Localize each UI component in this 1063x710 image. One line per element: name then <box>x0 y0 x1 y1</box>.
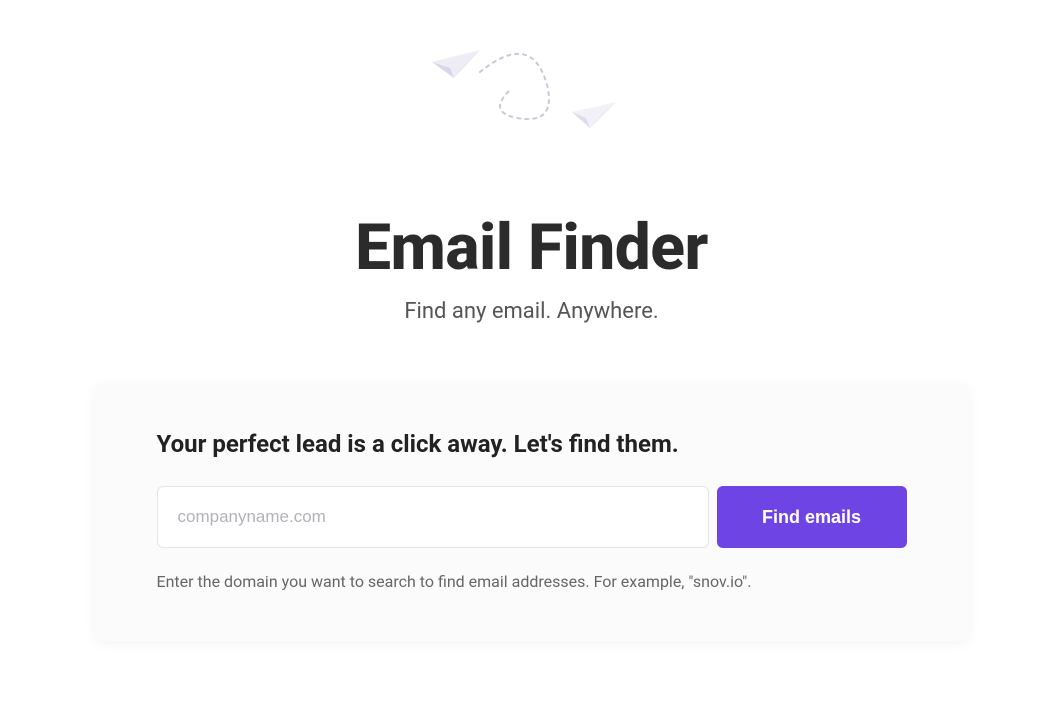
page-subtitle: Find any email. Anywhere. <box>404 299 658 324</box>
page-title: Email Finder <box>355 210 708 285</box>
card-title: Your perfect lead is a click away. Let's… <box>157 430 907 458</box>
find-emails-button[interactable]: Find emails <box>717 486 907 548</box>
helper-text: Enter the domain you want to search to f… <box>157 572 907 591</box>
search-card: Your perfect lead is a click away. Let's… <box>95 384 969 641</box>
search-row: Find emails <box>157 486 907 548</box>
domain-input[interactable] <box>157 486 709 548</box>
paper-plane-illustration <box>402 30 662 150</box>
